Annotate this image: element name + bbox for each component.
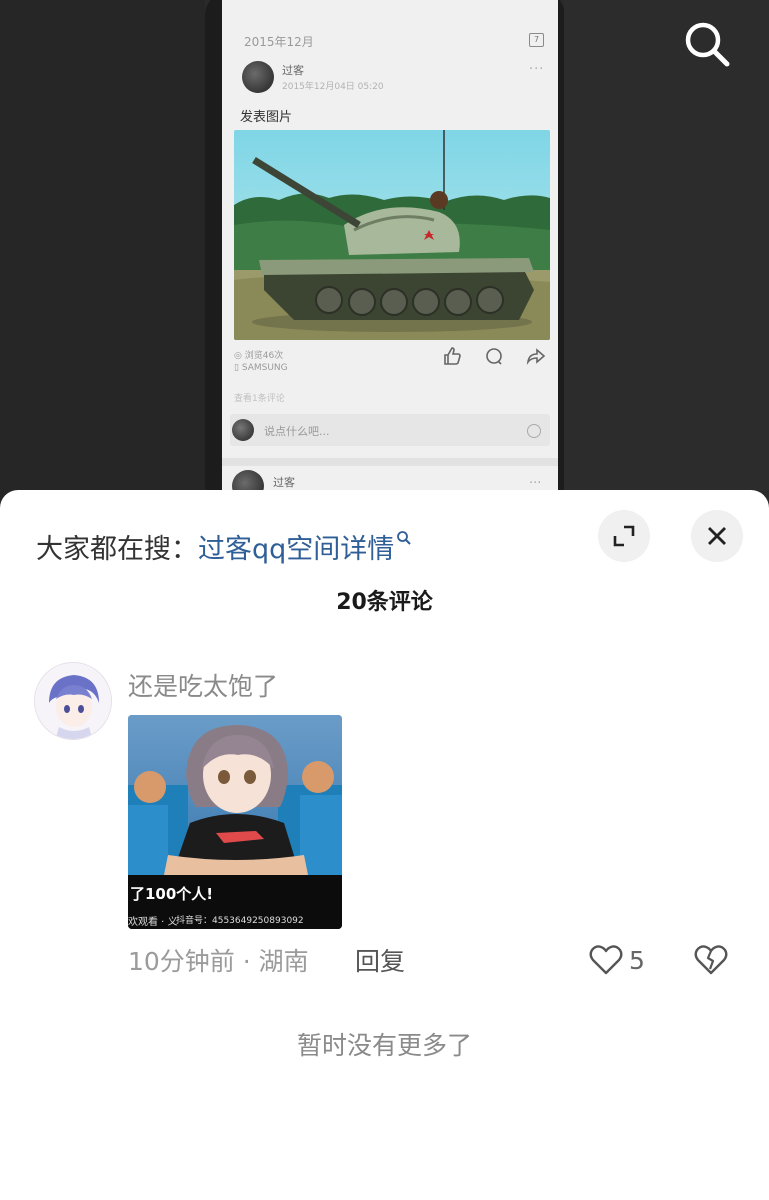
thumb-up-icon	[442, 346, 462, 366]
post-title: 发表图片	[240, 110, 293, 125]
search-icon[interactable]	[679, 16, 735, 72]
video-background[interactable]: 2015年12月 7 过客 2015年12月04日 05:20 ··· 发表图片	[0, 0, 769, 500]
emoji-icon	[527, 424, 541, 438]
search-small-icon	[396, 518, 412, 545]
expand-button[interactable]	[598, 510, 650, 562]
comment-image[interactable]: 了100个人! 欢观看 · 义 抖音号：4553649250893092	[128, 715, 342, 929]
commenter-avatar[interactable]	[34, 662, 112, 740]
post-time: 2015年12月04日 05:20	[282, 82, 384, 92]
image-watermark-right: 抖音号：4553649250893092	[176, 914, 304, 926]
share-icon	[526, 346, 546, 366]
view-comments-link: 查看1条评论	[234, 394, 285, 404]
no-more-comments: 暂时没有更多了	[296, 1031, 472, 1060]
calendar-icon: 7	[529, 33, 544, 47]
like-count: 5	[629, 946, 645, 975]
post-author-name: 过客	[282, 64, 304, 77]
close-button[interactable]	[691, 510, 743, 562]
comment-text: 还是吃太饱了	[128, 672, 279, 701]
post-author-avatar	[242, 61, 274, 93]
next-post-author: 过客	[273, 476, 295, 489]
hot-search-bar[interactable]: 大家都在搜：过客qq空间详情	[36, 518, 412, 570]
more-dots-icon: ···	[529, 62, 545, 77]
comments-sheet: 大家都在搜：过客qq空间详情 20条评论 还是吃太饱了 了100个人! 欢观看 …	[0, 490, 769, 1200]
hot-search-prefix: 大家都在搜：	[36, 534, 198, 565]
reply-button[interactable]: 回复	[355, 942, 405, 978]
view-count: ◎ 浏览46次	[234, 351, 284, 361]
comment-icon	[484, 346, 504, 366]
post-date-header: 2015年12月	[244, 35, 314, 49]
close-icon	[708, 527, 726, 545]
tank-photo	[234, 130, 550, 340]
image-caption: 了100个人!	[130, 885, 213, 903]
commenter-avatar	[232, 419, 254, 441]
comment-placeholder: 说点什么吧...	[264, 425, 330, 438]
broken-heart-icon[interactable]	[692, 942, 730, 978]
qzone-post-screenshot: 2015年12月 7 过客 2015年12月04日 05:20 ··· 发表图片	[222, 0, 558, 500]
post-actions	[442, 346, 546, 366]
more-dots-icon: ···	[529, 476, 542, 491]
comment-meta: 10分钟前 · 湖南	[128, 947, 309, 976]
image-watermark-left: 欢观看 · 义	[128, 915, 178, 928]
heart-icon[interactable]	[588, 942, 624, 978]
expand-icon	[613, 525, 635, 547]
device-label: ▯ SAMSUNG	[234, 363, 288, 373]
comments-count-title: 20条评论	[336, 590, 433, 615]
hot-search-term[interactable]: 过客qq空间详情	[198, 534, 394, 565]
post-separator	[222, 458, 558, 466]
